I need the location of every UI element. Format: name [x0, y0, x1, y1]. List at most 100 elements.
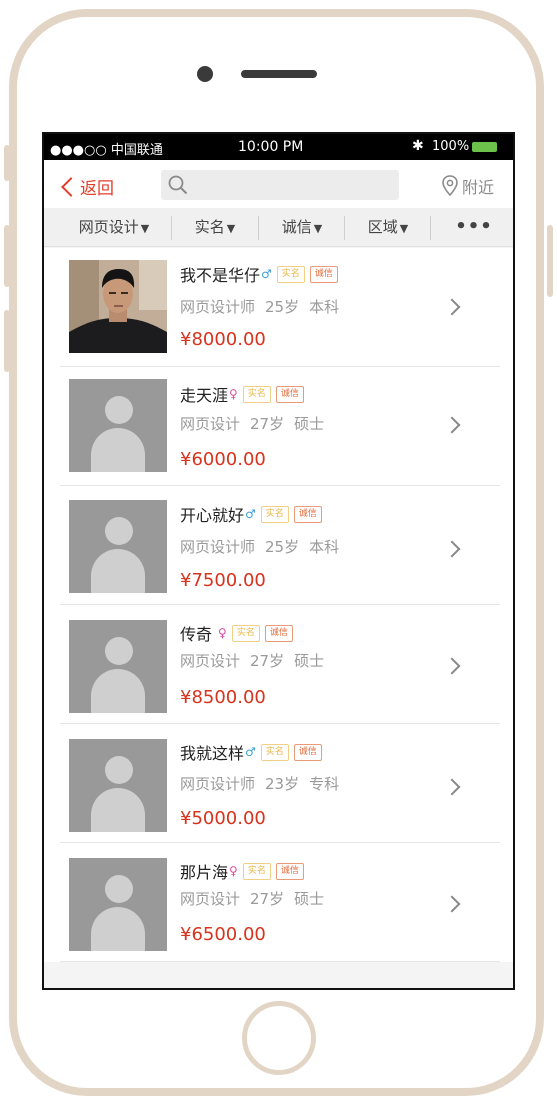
- realname-badge: 实名: [260, 743, 289, 761]
- chevron-right-icon: [443, 416, 461, 434]
- filter-category[interactable]: 网页设计 ▼: [58, 208, 170, 246]
- chevron-right-icon: [443, 778, 461, 796]
- phone-volume-up-button: [4, 225, 10, 287]
- chevron-right-icon: [443, 298, 461, 316]
- list-item[interactable]: 传奇 ♀ 实名 诚信 网页设计 27岁 硕士 ¥8500.00: [60, 605, 500, 724]
- avatar-placeholder-body: [91, 549, 145, 593]
- list-item[interactable]: 那片海 ♀ 实名 诚信 网页设计 27岁 硕士 ¥6500.00: [60, 843, 500, 962]
- female-icon: ♀: [218, 626, 227, 640]
- price: ¥6500.00: [180, 924, 266, 945]
- phone-power-button: [547, 225, 553, 297]
- price: ¥8000.00: [180, 329, 266, 350]
- user-job: 网页设计: [180, 652, 241, 670]
- realname-badge: 实名: [231, 624, 260, 642]
- user-age: 25岁: [265, 538, 300, 556]
- credit-badge: 诚信: [275, 862, 304, 880]
- carrier-label: ●●●○○ 中国联通: [50, 143, 163, 158]
- avatar-photo: [69, 260, 167, 353]
- chevron-right-icon: [443, 895, 461, 913]
- bluetooth-icon: ✱: [412, 138, 424, 154]
- phone-volume-down-button: [4, 310, 10, 372]
- user-meta: 网页设计师 25岁 本科: [180, 296, 349, 317]
- price: ¥6000.00: [180, 449, 266, 470]
- nearby-button[interactable]: 附近: [442, 174, 494, 198]
- realname-badge: 实名: [242, 385, 271, 403]
- user-education: 专科: [309, 775, 340, 793]
- avatar-placeholder-icon: [105, 637, 133, 665]
- female-icon: ♀: [229, 864, 238, 878]
- avatar: [69, 620, 167, 713]
- phone-side-button: [4, 145, 10, 181]
- list-item[interactable]: 走天涯 ♀ 实名 诚信 网页设计 27岁 硕士 ¥6000.00: [60, 367, 500, 486]
- user-education: 本科: [309, 538, 340, 556]
- avatar-placeholder-icon: [105, 517, 133, 545]
- phone-camera: [197, 66, 213, 82]
- avatar-placeholder-body: [91, 669, 145, 713]
- dropdown-triangle-icon: ▼: [399, 222, 409, 235]
- credit-badge: 诚信: [293, 505, 322, 523]
- avatar-placeholder-body: [91, 788, 145, 832]
- name-row: 我就这样 ♂ 实名 诚信: [180, 740, 327, 764]
- list-item[interactable]: 我不是华仔 ♂ 实名 诚信 网页设计师 25岁 本科 ¥8000.00: [60, 248, 500, 367]
- avatar: [69, 739, 167, 832]
- more-button[interactable]: •••: [431, 208, 513, 246]
- back-chevron-icon: [61, 176, 81, 197]
- credit-badge: 诚信: [293, 743, 322, 761]
- user-job: 网页设计师: [180, 775, 256, 793]
- filter-credit[interactable]: 诚信 ▼: [259, 208, 345, 246]
- user-meta: 网页设计 27岁 硕士: [180, 888, 334, 909]
- filter-category-label: 网页设计: [78, 218, 139, 236]
- status-bar: ●●●○○ 中国联通 10:00 PM ✱ 100%: [44, 134, 513, 160]
- name-row: 走天涯 ♀ 实名 诚信: [180, 382, 309, 406]
- female-icon: ♀: [229, 387, 238, 401]
- user-age: 27岁: [250, 652, 285, 670]
- user-education: 本科: [309, 298, 340, 316]
- profile-list: 我不是华仔 ♂ 实名 诚信 网页设计师 25岁 本科 ¥8000.00 走天涯 ♀ …: [44, 248, 513, 962]
- user-meta: 网页设计师 25岁 本科: [180, 536, 349, 557]
- user-age: 27岁: [250, 890, 285, 908]
- dropdown-triangle-icon: ▼: [226, 222, 236, 235]
- user-job: 网页设计: [180, 415, 241, 433]
- filter-realname[interactable]: 实名 ▼: [172, 208, 258, 246]
- user-meta: 网页设计 27岁 硕士: [180, 413, 334, 434]
- realname-badge: 实名: [276, 265, 305, 283]
- avatar: [69, 260, 167, 353]
- credit-badge: 诚信: [264, 624, 293, 642]
- avatar-placeholder-body: [91, 428, 145, 472]
- search-input[interactable]: [161, 170, 399, 200]
- realname-badge: 实名: [260, 505, 289, 523]
- search-icon: [168, 175, 188, 195]
- filter-realname-label: 实名: [194, 218, 225, 236]
- screen: ●●●○○ 中国联通 10:00 PM ✱ 100% 返回 附近 网页设计▼: [42, 132, 515, 990]
- filter-credit-label: 诚信: [281, 218, 312, 236]
- filter-region[interactable]: 区域 ▼: [345, 208, 431, 246]
- price: ¥5000.00: [180, 808, 266, 829]
- avatar-placeholder-body: [91, 907, 145, 951]
- user-name: 我就这样: [180, 744, 245, 763]
- phone-home-button[interactable]: [242, 1001, 316, 1075]
- list-item[interactable]: 我就这样 ♂ 实名 诚信 网页设计师 23岁 专科 ¥5000.00: [60, 724, 500, 843]
- user-meta: 网页设计师 23岁 专科: [180, 773, 349, 794]
- credit-badge: 诚信: [275, 385, 304, 403]
- avatar: [69, 858, 167, 951]
- dropdown-triangle-icon: ▼: [313, 222, 323, 235]
- user-name: 传奇: [180, 625, 213, 644]
- user-job: 网页设计师: [180, 538, 256, 556]
- dropdown-triangle-icon: ▼: [140, 222, 150, 235]
- user-education: 硕士: [294, 890, 325, 908]
- user-name: 那片海: [180, 863, 229, 882]
- male-icon: ♂: [261, 267, 272, 281]
- clock: 10:00 PM: [238, 139, 304, 155]
- location-pin-icon: [442, 175, 458, 197]
- back-button[interactable]: 返回: [60, 174, 114, 199]
- user-meta: 网页设计 27岁 硕士: [180, 650, 334, 671]
- list-item[interactable]: 开心就好 ♂ 实名 诚信 网页设计师 25岁 本科 ¥7500.00: [60, 486, 500, 605]
- user-name: 我不是华仔: [180, 266, 261, 285]
- filter-bar: 网页设计 ▼ 实名 ▼ 诚信 ▼ 区域 ▼ •••: [44, 208, 513, 247]
- battery-icon: [472, 142, 497, 152]
- user-name: 走天涯: [180, 386, 229, 405]
- chevron-right-icon: [443, 657, 461, 675]
- avatar: [69, 379, 167, 472]
- user-age: 23岁: [265, 775, 300, 793]
- avatar-placeholder-icon: [105, 756, 133, 784]
